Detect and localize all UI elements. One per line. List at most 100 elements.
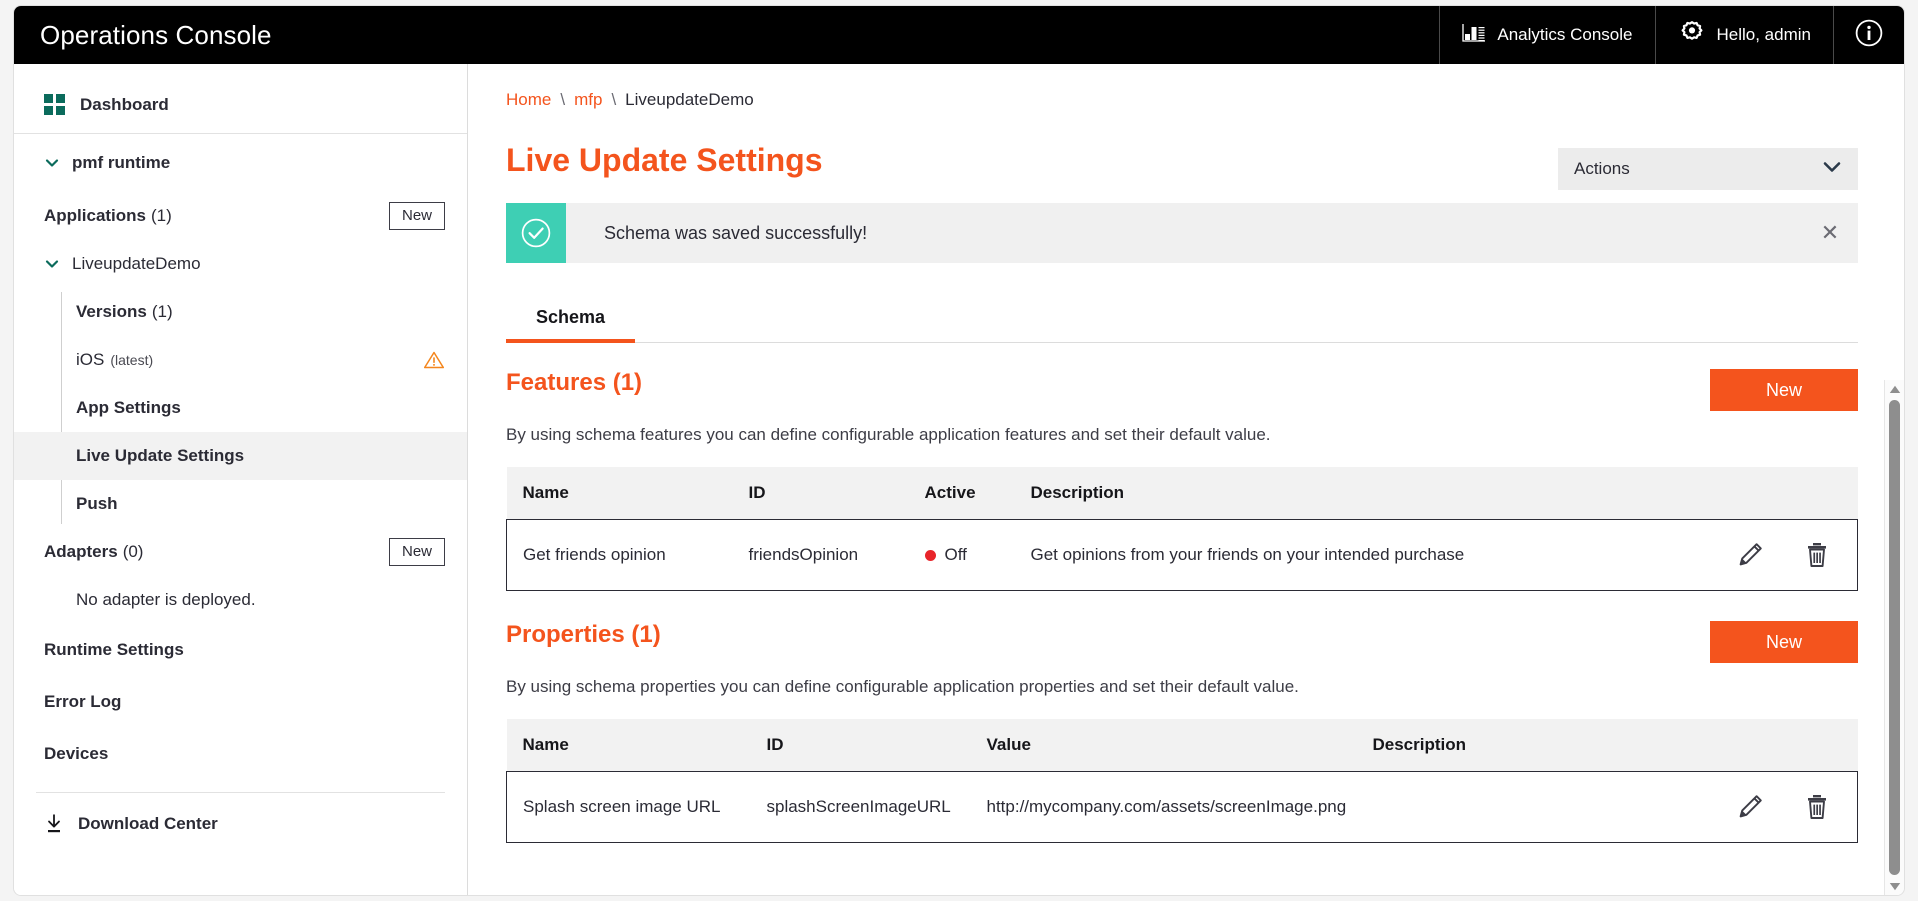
sidebar-item-runtime-label: pmf runtime	[72, 153, 170, 173]
property-description	[1357, 772, 1656, 843]
bar-chart-icon	[1462, 23, 1486, 48]
sidebar-item-runtime[interactable]: pmf runtime	[14, 134, 467, 192]
adapters-new-button[interactable]: New	[389, 538, 445, 565]
features-new-button[interactable]: New	[1710, 369, 1858, 411]
row-action-group	[1672, 540, 1858, 570]
breadcrumb-home[interactable]: Home	[506, 90, 551, 110]
properties-title: Properties (1)	[506, 621, 661, 649]
tab-bar: Schema	[506, 299, 1858, 343]
applications-count: (1)	[151, 206, 172, 226]
status-dot-icon	[925, 550, 936, 561]
features-col-id: ID	[733, 467, 909, 520]
sidebar-item-push[interactable]: Push	[14, 480, 467, 528]
versions-count: (1)	[152, 302, 173, 322]
sidebar-item-app-settings[interactable]: App Settings	[14, 384, 467, 432]
feature-id: friendsOpinion	[733, 520, 909, 591]
property-value: http://mycompany.com/assets/screenImage.…	[971, 772, 1357, 843]
scrollbar-track[interactable]	[1885, 398, 1904, 877]
features-description: By using schema features you can define …	[506, 425, 1858, 445]
download-center-label: Download Center	[78, 814, 218, 834]
app-settings-label: App Settings	[76, 398, 181, 418]
sidebar-item-live-update-settings[interactable]: Live Update Settings	[14, 432, 467, 480]
sidebar-item-devices[interactable]: Devices	[14, 728, 467, 780]
features-header-row: Name ID Active Description	[507, 467, 1858, 520]
scroll-up-button[interactable]	[1889, 380, 1901, 398]
info-button[interactable]	[1833, 6, 1904, 64]
chevron-down-icon	[44, 256, 60, 272]
pencil-icon[interactable]	[1735, 792, 1765, 822]
tab-schema[interactable]: Schema	[506, 299, 635, 342]
sidebar-top-pad	[14, 68, 467, 76]
feature-description: Get opinions from your friends on your i…	[1015, 520, 1656, 591]
breadcrumb: Home \ mfp \ LiveupdateDemo	[506, 64, 1858, 110]
scrollbar-thumb[interactable]	[1889, 400, 1900, 875]
runtime-settings-label: Runtime Settings	[44, 640, 184, 660]
error-log-label: Error Log	[44, 692, 121, 712]
breadcrumb-current: LiveupdateDemo	[625, 90, 754, 110]
vertical-scrollbar[interactable]	[1884, 380, 1904, 895]
devices-label: Devices	[44, 744, 108, 764]
no-adapter-label: No adapter is deployed.	[76, 590, 256, 610]
features-col-active: Active	[909, 467, 1015, 520]
breadcrumb-separator: \	[560, 90, 565, 110]
body-container: Dashboard pmf runtime Applications (1) N…	[14, 64, 1904, 895]
analytics-console-link[interactable]: Analytics Console	[1439, 6, 1654, 64]
feature-name: Get friends opinion	[507, 520, 733, 591]
table-row: Get friends opinion friendsOpinion Off G…	[507, 520, 1858, 591]
trash-icon[interactable]	[1803, 792, 1831, 822]
properties-col-id: ID	[751, 719, 971, 772]
breadcrumb-mfp[interactable]: mfp	[574, 90, 602, 110]
sidebar-item-dashboard[interactable]: Dashboard	[14, 76, 467, 134]
ios-label: iOS	[76, 350, 104, 370]
chevron-down-icon	[1822, 159, 1842, 179]
properties-col-value: Value	[971, 719, 1357, 772]
app-title: Operations Console	[14, 6, 298, 64]
sidebar-item-runtime-settings[interactable]: Runtime Settings	[14, 624, 467, 676]
features-title: Features (1)	[506, 369, 642, 397]
properties-col-actions	[1656, 719, 1858, 772]
notification-message: Schema was saved successfully!	[566, 203, 1802, 263]
check-circle-icon	[506, 203, 566, 263]
sidebar-section-adapters[interactable]: Adapters (0) New	[14, 528, 467, 576]
scroll-down-button[interactable]	[1889, 877, 1901, 895]
row-action-group	[1672, 792, 1858, 822]
close-icon[interactable]: ✕	[1802, 203, 1858, 263]
warning-triangle-icon	[423, 350, 445, 370]
properties-description: By using schema properties you can defin…	[506, 677, 1858, 697]
info-circle-icon	[1854, 18, 1884, 53]
property-id: splashScreenImageURL	[751, 772, 971, 843]
properties-col-description: Description	[1357, 719, 1656, 772]
trash-icon[interactable]	[1803, 540, 1831, 570]
features-col-name: Name	[507, 467, 733, 520]
properties-new-button[interactable]: New	[1710, 621, 1858, 663]
ios-sub-label: (latest)	[110, 352, 153, 368]
actions-dropdown[interactable]: Actions	[1558, 148, 1858, 190]
sidebar-item-app[interactable]: LiveupdateDemo	[14, 240, 467, 288]
sidebar-section-applications[interactable]: Applications (1) New	[14, 192, 467, 240]
status-badge: Off	[925, 545, 1015, 565]
features-col-actions	[1656, 467, 1858, 520]
sidebar-item-app-label: LiveupdateDemo	[72, 254, 201, 274]
app-window: Operations Console	[14, 6, 1904, 895]
pencil-icon[interactable]	[1735, 540, 1765, 570]
sidebar-item-error-log[interactable]: Error Log	[14, 676, 467, 728]
sidebar-item-download-center[interactable]: Download Center	[14, 793, 467, 855]
push-label: Push	[76, 494, 118, 514]
feature-active-label: Off	[945, 545, 967, 565]
sidebar-item-ios[interactable]: iOS (latest)	[14, 336, 467, 384]
user-greeting-label: Hello, admin	[1717, 25, 1812, 45]
properties-header: Properties (1) New	[506, 621, 1858, 663]
adapters-label: Adapters	[44, 542, 118, 562]
user-menu[interactable]: Hello, admin	[1655, 6, 1834, 64]
features-section: Features (1) New By using schema feature…	[506, 369, 1858, 591]
applications-new-button[interactable]: New	[389, 202, 445, 229]
sidebar-item-versions[interactable]: Versions (1)	[14, 288, 467, 336]
feature-active: Off	[909, 520, 1015, 591]
sidebar-item-dashboard-label: Dashboard	[80, 95, 169, 115]
breadcrumb-separator: \	[611, 90, 616, 110]
property-name: Splash screen image URL	[507, 772, 751, 843]
versions-label: Versions	[76, 302, 147, 322]
sidebar-navigation: Dashboard pmf runtime Applications (1) N…	[14, 64, 468, 895]
adapters-count: (0)	[123, 542, 144, 562]
chevron-down-icon	[44, 155, 60, 171]
